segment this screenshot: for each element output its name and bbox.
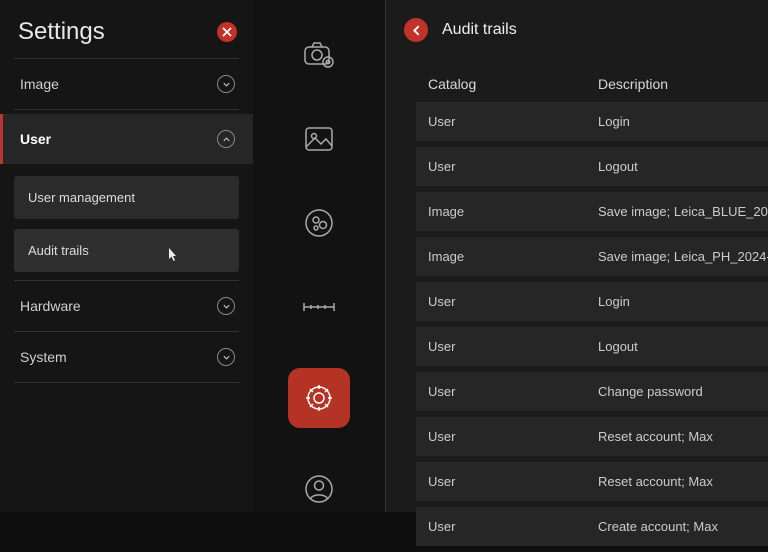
settings-panel: Settings Image User User management Aud [0, 0, 386, 512]
chevron-down-icon [217, 297, 235, 315]
pointer-cursor-icon [165, 247, 179, 266]
back-button[interactable] [404, 18, 428, 42]
settings-sidebar: Settings Image User User management Aud [0, 0, 253, 512]
divider [14, 109, 239, 110]
iconbar-camera-button[interactable] [295, 32, 343, 78]
table-row[interactable]: UserLogin [416, 102, 768, 141]
cell-catalog: User [428, 294, 598, 309]
iconbar-settings-button[interactable] [288, 368, 350, 428]
table-row[interactable]: ImageSave image; Leica_BLUE_202 [416, 192, 768, 231]
nav-item-user[interactable]: User [0, 114, 253, 164]
cell-description: Logout [598, 159, 768, 174]
cell-catalog: User [428, 474, 598, 489]
picture-icon [303, 125, 335, 153]
table-row[interactable]: UserChange password [416, 372, 768, 411]
cell-catalog: User [428, 339, 598, 354]
camera-settings-icon [302, 40, 336, 70]
cell-description: Reset account; Max [598, 429, 768, 444]
cell-catalog: Image [428, 249, 598, 264]
close-button[interactable] [217, 22, 237, 42]
audit-header: Audit trails [386, 0, 768, 66]
chevron-down-icon [217, 348, 235, 366]
subitem-label: Audit trails [28, 243, 89, 258]
table-row[interactable]: UserLogout [416, 147, 768, 186]
subitem-label: User management [28, 190, 135, 205]
cell-description: Reset account; Max [598, 474, 768, 489]
cell-catalog: User [428, 159, 598, 174]
user-subitems: User management Audit trails [0, 168, 253, 280]
settings-header: Settings [0, 0, 253, 58]
table-row[interactable]: UserLogout [416, 327, 768, 366]
chevron-down-icon [217, 75, 235, 93]
column-header-description: Description [598, 76, 768, 92]
nav-item-label: Image [20, 76, 59, 92]
page-title: Audit trails [442, 21, 517, 39]
subitem-audit-trails[interactable]: Audit trails [14, 229, 239, 272]
nav-item-system[interactable]: System [0, 332, 253, 382]
gear-icon [302, 381, 336, 415]
table-row[interactable]: ImageSave image; Leica_PH_2024- [416, 237, 768, 276]
cell-catalog: User [428, 384, 598, 399]
nav-item-hardware[interactable]: Hardware [0, 281, 253, 331]
cell-catalog: Image [428, 204, 598, 219]
table-row[interactable]: UserReset account; Max [416, 417, 768, 456]
cell-catalog: User [428, 114, 598, 129]
cell-description: Save image; Leica_BLUE_202 [598, 204, 768, 219]
iconbar-cells-button[interactable] [295, 200, 343, 246]
chevron-left-icon [410, 24, 423, 37]
cell-description: Change password [598, 384, 768, 399]
audit-table: Catalog Description UserLogin UserLogout… [386, 66, 768, 552]
table-row[interactable]: UserReset account; Max [416, 462, 768, 501]
nav-item-label: System [20, 349, 67, 365]
tool-iconbar [253, 0, 385, 512]
cell-description: Create account; Max [598, 519, 768, 534]
ruler-icon [302, 300, 336, 314]
nav-item-label: User [20, 131, 51, 147]
iconbar-ruler-button[interactable] [295, 284, 343, 330]
column-header-catalog: Catalog [428, 76, 598, 92]
cell-description: Login [598, 114, 768, 129]
cells-icon [303, 207, 335, 239]
subitem-user-management[interactable]: User management [14, 176, 239, 219]
cell-description: Save image; Leica_PH_2024- [598, 249, 768, 264]
cell-description: Login [598, 294, 768, 309]
settings-title: Settings [18, 18, 105, 46]
divider [14, 382, 239, 383]
nav-item-image[interactable]: Image [0, 59, 253, 109]
table-header: Catalog Description [416, 66, 768, 102]
cell-catalog: User [428, 519, 598, 534]
table-row[interactable]: UserLogin [416, 282, 768, 321]
close-icon [222, 27, 232, 37]
table-row[interactable]: UserCreate account; Max [416, 507, 768, 546]
cell-catalog: User [428, 429, 598, 444]
iconbar-user-button[interactable] [295, 466, 343, 512]
nav-item-label: Hardware [20, 298, 81, 314]
audit-panel: Audit trails Catalog Description UserLog… [386, 0, 768, 512]
chevron-up-icon [217, 130, 235, 148]
cell-description: Logout [598, 339, 768, 354]
user-icon [303, 473, 335, 505]
iconbar-picture-button[interactable] [295, 116, 343, 162]
